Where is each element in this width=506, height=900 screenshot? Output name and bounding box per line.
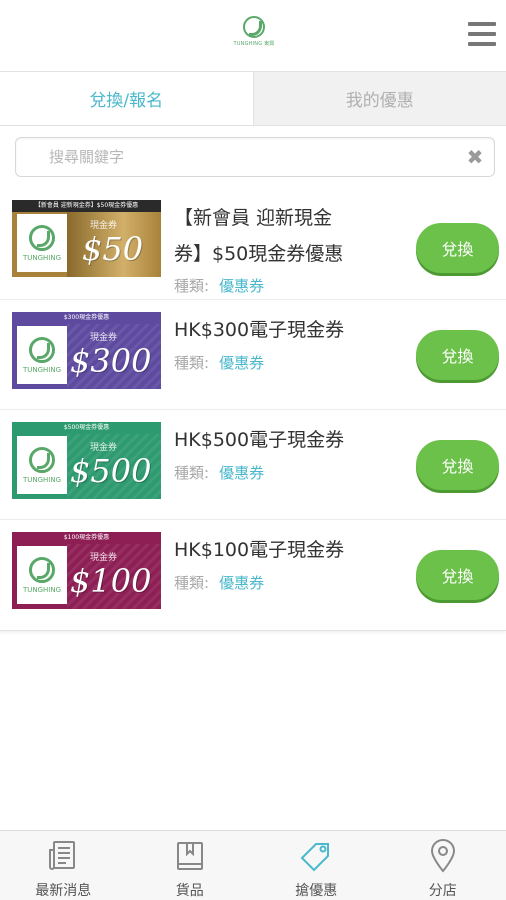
nav-item-news[interactable]: 最新消息 [0,831,127,900]
app-header: TUNGHING 東興 [0,0,506,72]
clear-icon[interactable]: ✖ [465,147,485,167]
bottom-nav: 最新消息 貨品 搶優惠 分店 [0,830,506,900]
nav-item-branches[interactable]: 分店 [380,831,506,900]
voucher-logo: TUNGHING [17,326,67,384]
location-pin-icon [430,839,455,873]
voucher-header: $300現金券優惠 [63,314,110,321]
offer-category: 種類: 優惠券 [174,574,265,592]
offer-title: HK$100電子現金券 [174,539,345,561]
voucher-logo: TUNGHING [17,214,67,272]
voucher-header: $100現金券優惠 [63,534,110,541]
tab-my-offers[interactable]: 我的優惠 [252,72,506,125]
brand-logo[interactable]: TUNGHING 東興 [234,16,274,56]
offer-category: 種類: 優惠券 [174,277,265,295]
newspaper-icon [49,841,76,870]
list-item[interactable]: $300現金券優惠 TUNGHING 現金券 $300 HK$300電子現金券 … [0,300,506,410]
voucher-image: $100現金券優惠 TUNGHING 現金券 $100 [12,532,161,609]
voucher-amount: $100 [70,562,152,600]
nav-label-products: 貨品 [175,883,204,899]
offer-category: 種類: 優惠券 [174,464,265,482]
voucher-amount: $300 [70,342,152,380]
tab-redeem[interactable]: 兌換/報名 [0,72,253,125]
redeem-button[interactable]: 兌換 [416,550,499,600]
voucher-amount: $500 [70,452,152,490]
nav-label-offers: 搶優惠 [295,883,338,899]
tag-icon [300,843,330,872]
nav-item-offers[interactable]: 搶優惠 [253,831,380,900]
tunghing-logo-icon [29,446,55,473]
nav-item-products[interactable]: 貨品 [127,831,254,900]
logo-text: TUNGHING 東興 [233,41,275,47]
redeem-button[interactable]: 兌換 [416,440,499,490]
tunghing-logo-icon [29,336,55,363]
voucher-header: $500現金券優惠 [63,424,110,431]
offer-title: HK$300電子現金券 [174,319,345,341]
voucher-header: 【新會員 迎新現金券】$50現金券優惠 [12,200,161,212]
logo-mark-icon [243,16,265,38]
offer-title: 【新會員 迎新現金 券】$50現金券優惠 [174,207,344,265]
nav-label-news: 最新消息 [35,883,92,899]
list-item[interactable]: $100現金券優惠 TUNGHING 現金券 $100 HK$100電子現金券 … [0,520,506,630]
search-input[interactable] [16,138,494,176]
search-box: ✖ [15,137,495,177]
offer-category: 種類: 優惠券 [174,354,265,372]
book-icon [176,842,203,870]
offer-title: HK$500電子現金券 [174,429,345,451]
voucher-image: 【新會員 迎新現金券】$50現金券優惠 TUNGHING 現金券 $50 [12,200,161,277]
voucher-amount: $50 [82,230,144,268]
voucher-image: $500現金券優惠 TUNGHING 現金券 $500 [12,422,161,499]
voucher-logo: TUNGHING [17,436,67,494]
list-item[interactable]: 【新會員 迎新現金券】$50現金券優惠 TUNGHING 現金券 $50 【新會… [0,190,506,300]
offer-list: 【新會員 迎新現金券】$50現金券優惠 TUNGHING 現金券 $50 【新會… [0,190,506,631]
tunghing-logo-icon [29,556,55,583]
menu-icon[interactable] [468,22,496,46]
nav-label-branches: 分店 [428,883,457,899]
redeem-button[interactable]: 兌換 [416,330,499,380]
tab-bar: 兌換/報名 我的優惠 [0,72,506,126]
list-item[interactable]: $500現金券優惠 TUNGHING 現金券 $500 HK$500電子現金券 … [0,410,506,520]
tunghing-logo-icon [29,224,55,251]
redeem-button[interactable]: 兌換 [416,223,499,273]
voucher-logo: TUNGHING [17,546,67,604]
voucher-image: $300現金券優惠 TUNGHING 現金券 $300 [12,312,161,389]
